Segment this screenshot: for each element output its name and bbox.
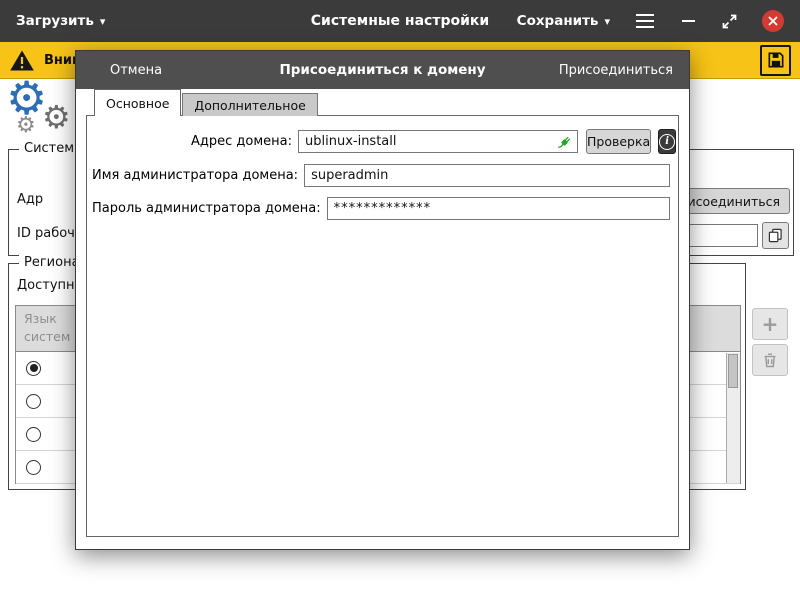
copy-button[interactable] — [762, 222, 789, 249]
maximize-button[interactable] — [721, 13, 738, 30]
check-button[interactable]: Проверка — [586, 129, 651, 154]
domain-address-row: Адрес домена: Проверка i — [92, 129, 670, 154]
titlebar: Загрузить ▾ Системные настройки Сохранит… — [0, 0, 800, 42]
radio-button[interactable] — [26, 361, 41, 376]
minimize-button[interactable] — [680, 16, 697, 27]
app-window: Загрузить ▾ Системные настройки Сохранит… — [0, 0, 800, 600]
scrollbar-thumb[interactable] — [728, 354, 738, 388]
radio-button[interactable] — [26, 394, 41, 409]
admin-name-input[interactable] — [304, 164, 670, 187]
expand-arrows-icon — [721, 13, 738, 30]
delete-language-button[interactable] — [752, 344, 788, 376]
domain-address-label: Адрес домена: — [92, 134, 292, 149]
admin-password-input[interactable] — [327, 197, 670, 220]
gear-icon: ⚙ — [42, 101, 71, 133]
admin-name-label: Имя администратора домена: — [92, 168, 298, 183]
join-domain-dialog: Присоединиться к домену Отмена Присоедин… — [75, 50, 690, 550]
domain-address-input[interactable] — [298, 130, 578, 153]
save-menu-button[interactable]: Сохранить ▾ — [517, 13, 610, 29]
info-button[interactable]: i — [658, 129, 676, 154]
workstation-id-label: ID рабоч — [17, 226, 75, 241]
warning-triangle-icon — [9, 49, 35, 72]
titlebar-controls: Сохранить ▾ — [517, 10, 784, 32]
connection-plug-icon — [556, 133, 574, 151]
floppy-disk-icon — [766, 50, 786, 70]
tab-main[interactable]: Основное — [94, 89, 181, 116]
save-menu-label: Сохранить — [517, 13, 599, 29]
save-to-file-button[interactable] — [760, 45, 791, 76]
admin-password-label: Пароль администратора домена: — [92, 201, 321, 216]
admin-password-row: Пароль администратора домена: — [92, 197, 670, 220]
plus-icon: + — [762, 312, 779, 336]
join-button[interactable]: Присоединиться — [559, 51, 673, 89]
hamburger-menu-icon[interactable] — [634, 12, 656, 31]
copy-icon — [768, 228, 783, 243]
add-language-button[interactable]: + — [752, 308, 788, 340]
trash-icon — [762, 352, 778, 369]
close-x-icon — [768, 16, 778, 26]
chevron-down-icon: ▾ — [100, 15, 106, 28]
dialog-tabs: Основное Дополнительное — [94, 89, 318, 116]
table-scrollbar[interactable] — [726, 353, 740, 483]
tab-panel: Адрес домена: Проверка i — [86, 115, 679, 537]
cancel-button[interactable]: Отмена — [110, 51, 162, 89]
load-menu-button[interactable]: Загрузить ▾ — [16, 13, 105, 29]
system-settings-icon: ⚙ ⚙ ⚙ — [6, 79, 82, 147]
system-fieldset-legend: Систем — [19, 141, 79, 156]
gear-icon: ⚙ — [16, 115, 36, 137]
tab-additional[interactable]: Дополнительное — [182, 93, 317, 116]
dialog-header: Присоединиться к домену Отмена Присоедин… — [76, 51, 689, 89]
info-icon: i — [659, 134, 675, 150]
address-label: Адр — [17, 192, 43, 207]
radio-button[interactable] — [26, 427, 41, 442]
admin-name-row: Имя администратора домена: — [92, 164, 670, 187]
radio-button[interactable] — [26, 460, 41, 475]
chevron-down-icon: ▾ — [604, 15, 610, 28]
close-button[interactable] — [762, 10, 784, 32]
load-menu-label: Загрузить — [16, 13, 94, 29]
